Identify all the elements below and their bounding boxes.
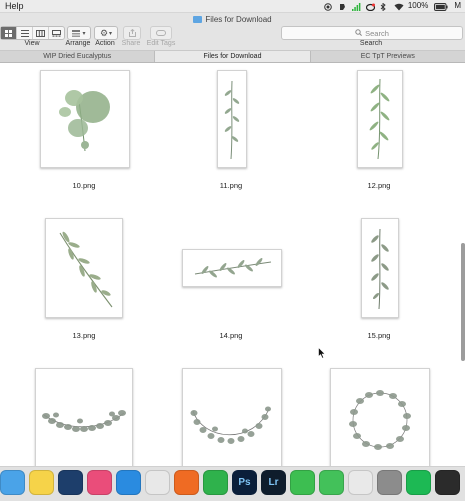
view-label: View: [24, 40, 40, 47]
vertical-sprig-art: [224, 80, 240, 160]
battery-percent: 100%: [407, 1, 429, 10]
file-thumbnail[interactable]: [361, 218, 399, 318]
numbers-icon[interactable]: [348, 470, 373, 495]
search-label: Search: [359, 40, 383, 47]
search-placeholder: Search: [365, 28, 389, 38]
edit-tags-label: Edit Tags: [146, 40, 176, 47]
finder-toolbar: Files for Download View ▾ Arrange ⚙ ▾ Ac…: [0, 13, 465, 51]
facetime-icon[interactable]: [290, 470, 315, 495]
tab-files-for-download[interactable]: Files for Download: [155, 51, 311, 62]
arrange-label: Arrange: [65, 40, 91, 47]
tab-wip-dried-eucalyptus[interactable]: WIP Dried Eucalyptus: [0, 51, 156, 62]
dock-app-label: Lr: [268, 477, 279, 488]
mouse-cursor-icon: [318, 347, 326, 359]
file-name[interactable]: 13.png: [44, 331, 124, 340]
eucalyptus-swag-art: [42, 410, 126, 432]
itunes-icon[interactable]: [87, 470, 112, 495]
safari-icon[interactable]: [116, 470, 141, 495]
messages-icon[interactable]: [319, 470, 344, 495]
file-thumbnail[interactable]: [45, 218, 123, 318]
file-grid: 10.png 11.png 12.png 13.png 14.png 15.pn…: [0, 63, 465, 466]
record-icon[interactable]: [324, 2, 332, 11]
gear-icon: ⚙: [99, 27, 109, 38]
vertical-sprig-art: [369, 78, 390, 160]
search-icon: [355, 28, 363, 38]
eucalyptus-wreath-art: [349, 390, 411, 450]
vertical-scrollbar[interactable]: [461, 243, 465, 361]
menu-extras: 100% M: [324, 0, 461, 12]
file-thumbnail[interactable]: [40, 70, 130, 168]
terminal-icon[interactable]: [435, 470, 460, 495]
file-thumbnail[interactable]: [35, 368, 133, 466]
list-view-button[interactable]: [17, 27, 33, 39]
evernote-menu-icon[interactable]: [338, 2, 346, 10]
gallery-view-button[interactable]: [49, 27, 64, 39]
round-leaves-art: [59, 90, 110, 152]
tab-bar: WIP Dried Eucalyptus Files for Download …: [0, 51, 465, 63]
notes-icon[interactable]: [29, 470, 54, 495]
file-name[interactable]: 14.png: [191, 331, 271, 340]
file-thumbnail[interactable]: [182, 368, 282, 466]
menu-trailing: M: [454, 1, 461, 10]
window-title: Files for Download: [205, 15, 272, 24]
eucalyptus-arc-art: [190, 406, 271, 444]
chrome-icon[interactable]: [145, 470, 170, 495]
share-button[interactable]: [123, 26, 141, 40]
tab-ec-tpt-previews[interactable]: EC TpT Previews: [311, 51, 465, 62]
share-label: Share: [121, 40, 141, 47]
column-view-button[interactable]: [33, 27, 49, 39]
edit-tags-button[interactable]: [150, 26, 172, 40]
vertical-sprig-art: [371, 228, 389, 310]
action-label: Action: [95, 40, 115, 47]
bluetooth-icon[interactable]: [380, 2, 388, 12]
quicktime-icon[interactable]: [58, 470, 83, 495]
arrange-button[interactable]: ▾: [67, 26, 91, 40]
icon-view-button[interactable]: [1, 27, 17, 39]
wifi-icon[interactable]: [394, 2, 404, 11]
file-name[interactable]: 10.png: [44, 181, 124, 190]
file-name[interactable]: 12.png: [339, 181, 419, 190]
lightroom-icon[interactable]: Lr: [261, 470, 286, 495]
horizontal-sprig-art: [194, 258, 272, 278]
file-name[interactable]: 15.png: [339, 331, 419, 340]
spotify-icon[interactable]: [406, 470, 431, 495]
chevron-down-icon: ▾: [109, 30, 113, 37]
file-name[interactable]: 11.png: [191, 181, 271, 190]
signal-icon[interactable]: [351, 2, 361, 11]
action-button[interactable]: ⚙ ▾: [94, 26, 118, 40]
window-title-bar: Files for Download: [0, 15, 465, 24]
gear-icon[interactable]: [377, 470, 402, 495]
search-field[interactable]: Search: [281, 26, 463, 40]
chevron-down-icon: ▾: [82, 30, 86, 37]
dock-app-label: Ps: [238, 477, 251, 488]
firefox-icon[interactable]: [174, 470, 199, 495]
creative-cloud-icon[interactable]: [365, 2, 375, 12]
menu-help[interactable]: Help: [5, 0, 24, 12]
file-thumbnail[interactable]: [182, 249, 282, 287]
photoshop-icon[interactable]: Ps: [232, 470, 257, 495]
folder-icon: [193, 16, 203, 23]
file-thumbnail[interactable]: [357, 70, 403, 168]
view-switcher: [0, 26, 65, 40]
file-thumbnail[interactable]: [330, 368, 430, 466]
file-thumbnail[interactable]: [217, 70, 247, 168]
evernote-icon[interactable]: [203, 470, 228, 495]
menu-bar: Help 100% M: [0, 0, 465, 13]
diagonal-branch-art: [59, 231, 113, 308]
battery-icon[interactable]: [434, 2, 448, 11]
finder-icon[interactable]: [0, 470, 25, 495]
